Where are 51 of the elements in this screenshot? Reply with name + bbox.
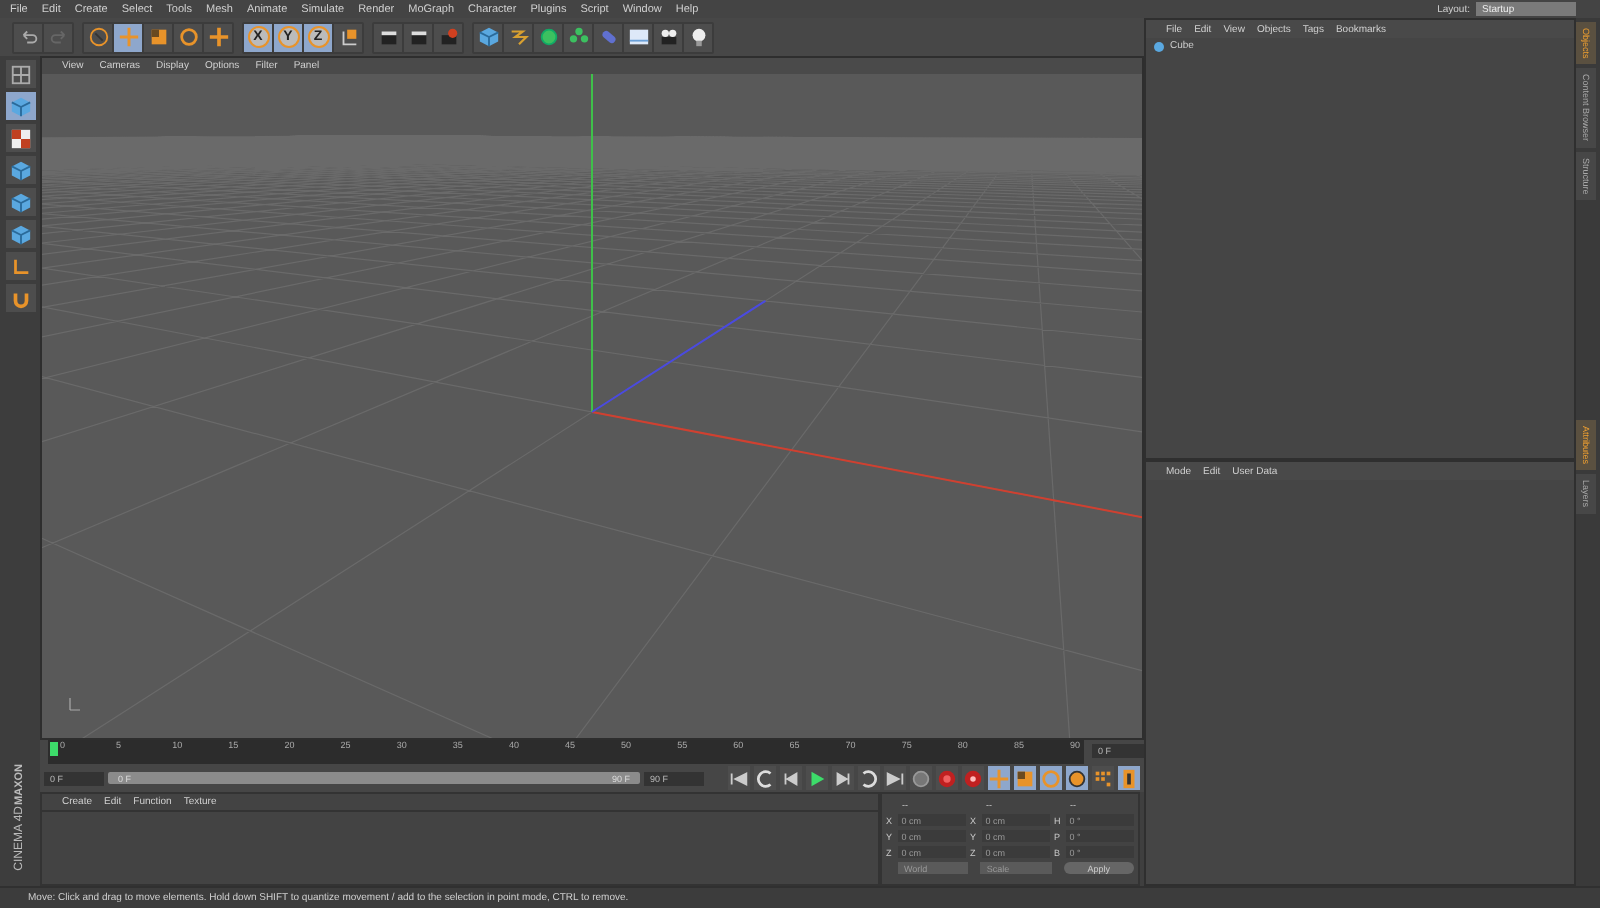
- cube-icon: [9, 159, 31, 181]
- undo-icon: [17, 26, 39, 48]
- grid-layout-icon: [9, 63, 31, 85]
- tool-button[interactable]: [624, 23, 652, 51]
- tool-button[interactable]: [5, 124, 35, 152]
- circle-icon: [1066, 767, 1088, 789]
- skip-back-icon: [728, 767, 750, 789]
- capsule-icon: [597, 26, 619, 48]
- prev-key-icon: [754, 767, 776, 789]
- tool-button[interactable]: [684, 23, 712, 51]
- step-forward-icon: [832, 767, 854, 789]
- sphere-icon: [537, 26, 559, 48]
- next-key-icon: [858, 767, 880, 789]
- square-icon: [147, 26, 169, 48]
- film-strip-icon: [1118, 767, 1140, 789]
- axis-gizmo-icon: [69, 697, 81, 711]
- dots-icon: [1092, 767, 1114, 789]
- redo-icon: [47, 26, 69, 48]
- cube-icon: [9, 95, 31, 117]
- tool-button[interactable]: [334, 23, 362, 51]
- bulb-icon: [687, 26, 709, 48]
- checker-icon: [9, 127, 31, 149]
- move-cross-icon: [117, 26, 139, 48]
- move-cross-icon: [988, 767, 1010, 789]
- record-icon: [936, 767, 958, 789]
- tool-button[interactable]: [374, 23, 402, 51]
- cube-icon: [9, 223, 31, 245]
- tool-button[interactable]: [404, 23, 432, 51]
- skip-forward-icon: [884, 767, 906, 789]
- corner-icon: [9, 255, 31, 277]
- clapper-icon: [407, 26, 429, 48]
- plus-icon: [207, 26, 229, 48]
- spline-icon: [507, 26, 529, 48]
- step-back-icon: [780, 767, 802, 789]
- tool-button[interactable]: [754, 766, 776, 790]
- cursor-circle-icon: [87, 26, 109, 48]
- clapper-icon: [377, 26, 399, 48]
- tool-button[interactable]: [858, 766, 880, 790]
- axis-cube-icon: [337, 26, 359, 48]
- floor-icon: [627, 26, 649, 48]
- cube-icon: [477, 26, 499, 48]
- camera-icon: [657, 26, 679, 48]
- cube-icon: [9, 191, 31, 213]
- square-icon: [1014, 767, 1036, 789]
- record-icon: [962, 767, 984, 789]
- playhead-marker[interactable]: [50, 742, 58, 756]
- ring-icon: [177, 26, 199, 48]
- tool-button[interactable]: [654, 23, 682, 51]
- clapper-gear-icon: [437, 26, 459, 48]
- flower-icon: [567, 26, 589, 48]
- ring-icon: [1040, 767, 1062, 789]
